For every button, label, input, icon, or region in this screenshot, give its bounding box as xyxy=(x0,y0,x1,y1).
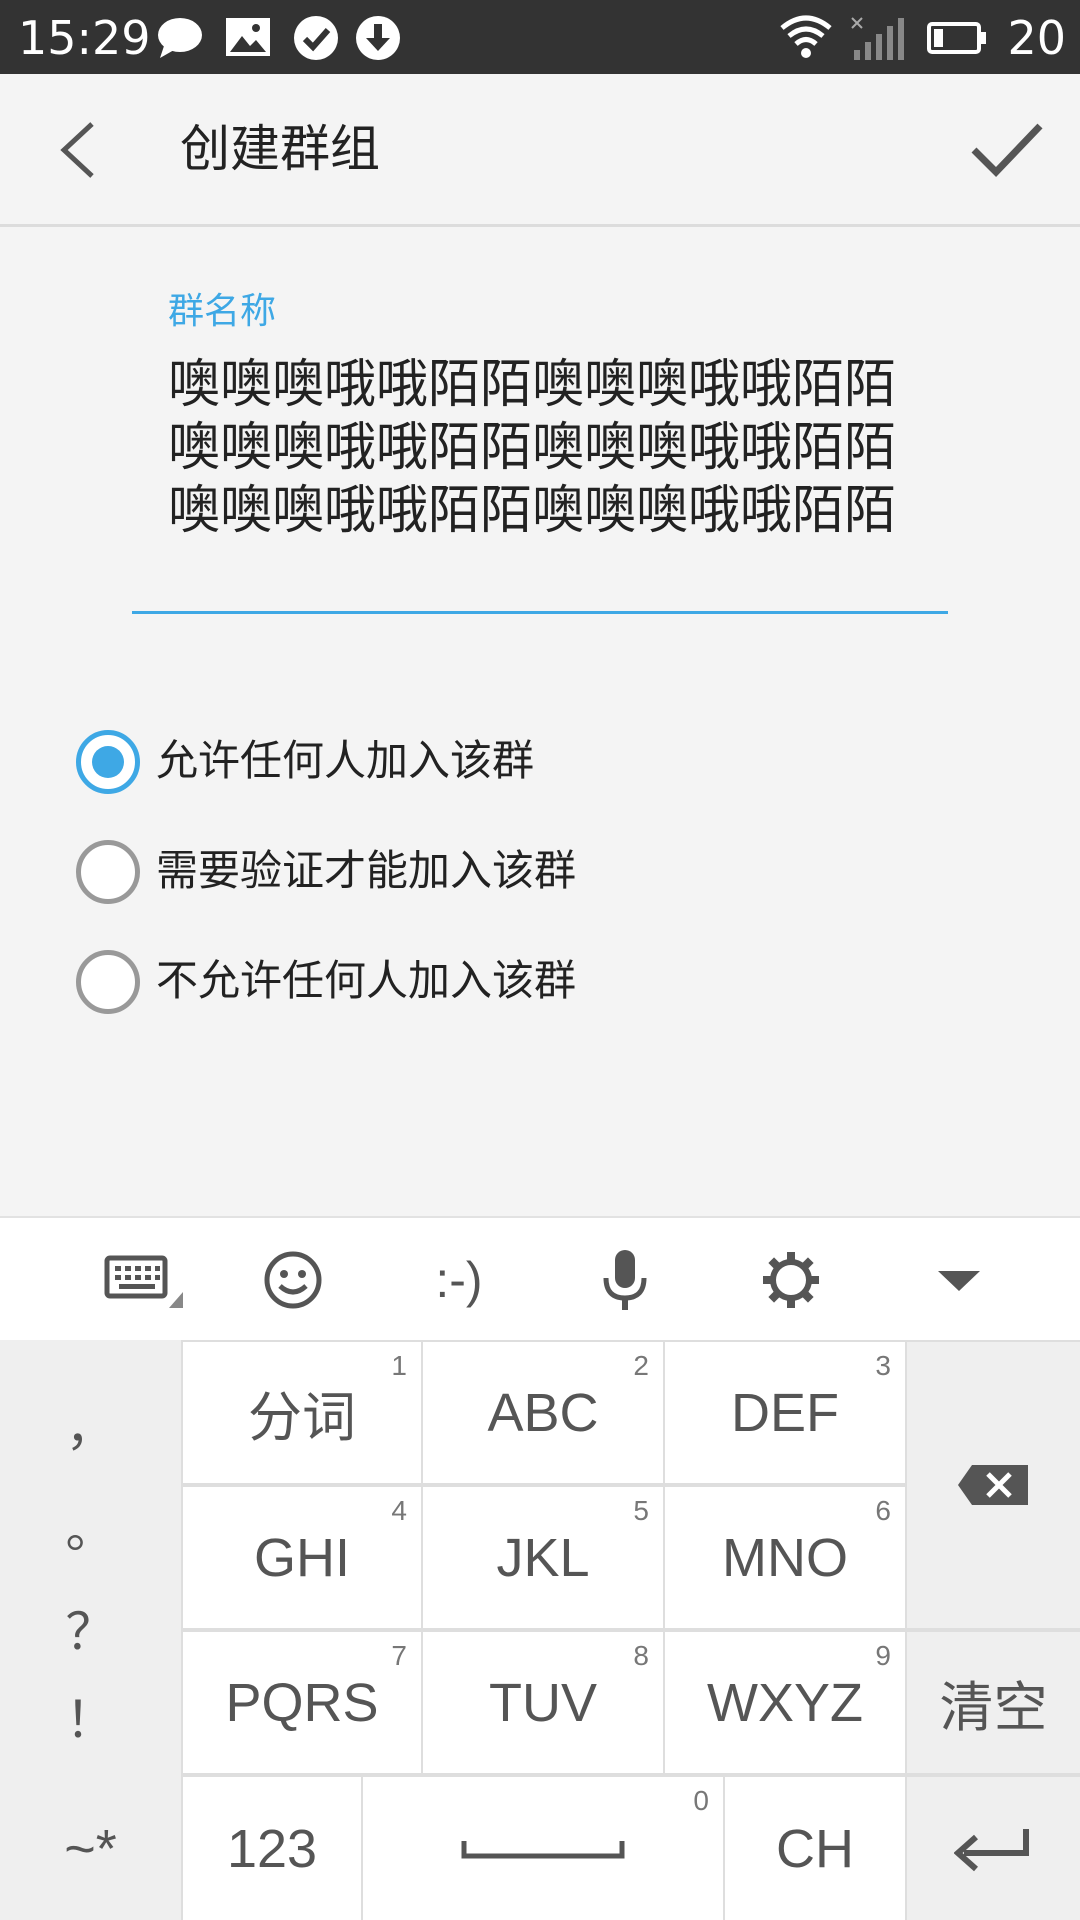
space-key[interactable]: 0 xyxy=(363,1777,723,1920)
key-2-abc[interactable]: ABC 2 xyxy=(423,1342,663,1483)
key-number: 8 xyxy=(633,1640,649,1671)
radio-button[interactable] xyxy=(76,950,140,1014)
enter-key[interactable] xyxy=(907,1777,1080,1920)
key-number: 7 xyxy=(391,1640,407,1671)
key-6-mno[interactable]: MNO 6 xyxy=(665,1487,905,1628)
punct-question-key[interactable]: ？ xyxy=(0,1592,181,1664)
key-number: 1 xyxy=(391,1350,407,1381)
key-label: JKL xyxy=(496,1527,590,1588)
radio-button-selected[interactable] xyxy=(76,730,140,794)
option-label: 不允许任何人加入该群 xyxy=(156,956,577,1005)
group-name-input[interactable]: 噢噢噢哦哦陌陌噢噢噢哦哦陌陌噢噢噢哦哦陌陌噢噢噢哦哦陌陌噢噢噢哦哦陌陌噢噢噢哦哦… xyxy=(168,354,928,543)
key-label: DEF xyxy=(731,1382,839,1443)
key-number: 5 xyxy=(633,1495,649,1526)
settings-gear-icon[interactable] xyxy=(736,1242,846,1318)
space-bar-icon xyxy=(461,1840,625,1858)
status-bar: 15:29 20 xyxy=(0,0,1080,74)
image-icon xyxy=(226,18,270,56)
key-7-pqrs[interactable]: PQRS 7 xyxy=(183,1632,421,1773)
key-label: 分词 xyxy=(248,1388,356,1448)
download-icon xyxy=(356,16,400,60)
key-label: PQRS xyxy=(225,1672,379,1733)
option-label: 需要验证才能加入该群 xyxy=(156,846,577,895)
emoji-icon[interactable] xyxy=(238,1242,348,1318)
chat-bubble-icon xyxy=(158,18,202,58)
punctuation-column[interactable]: ， 。 ？ ！ xyxy=(0,1340,181,1777)
language-key[interactable]: CH xyxy=(725,1777,905,1920)
key-9-wxyz[interactable]: WXYZ 9 xyxy=(665,1632,905,1773)
punct-exclaim-key[interactable]: ！ xyxy=(0,1680,181,1752)
status-time: 15:29 xyxy=(18,11,151,65)
key-5-jkl[interactable]: JKL 5 xyxy=(423,1487,663,1628)
key-number: 0 xyxy=(693,1785,709,1816)
numbers-key[interactable]: 123 xyxy=(183,1777,361,1920)
chevron-left-icon[interactable] xyxy=(48,114,108,186)
key-number: 2 xyxy=(633,1350,649,1381)
punct-period-key[interactable]: 。 xyxy=(0,1490,181,1562)
key-label: GHI xyxy=(253,1527,350,1588)
app-bar: 创建群组 xyxy=(0,74,1080,227)
backspace-icon xyxy=(957,1465,1028,1505)
key-1-segment[interactable]: 分词 1 xyxy=(183,1342,421,1483)
group-name-label: 群名称 xyxy=(168,291,277,332)
key-8-tuv[interactable]: TUV 8 xyxy=(423,1632,663,1773)
signal-icon xyxy=(851,17,904,60)
key-label: ABC xyxy=(487,1382,599,1443)
key-number: 3 xyxy=(875,1350,891,1381)
input-underline xyxy=(132,611,948,614)
key-label: TUV xyxy=(489,1672,597,1733)
punct-comma-key[interactable]: ， xyxy=(0,1388,181,1460)
symbols-key[interactable]: ~* xyxy=(0,1777,181,1920)
keyboard-switch-icon[interactable] xyxy=(80,1242,190,1318)
check-circle-icon xyxy=(294,16,338,60)
check-icon[interactable] xyxy=(968,116,1046,182)
collapse-down-icon[interactable] xyxy=(904,1242,1014,1318)
radio-button[interactable] xyxy=(76,840,140,904)
keyboard-toolbar: :-) xyxy=(0,1216,1080,1344)
key-4-ghi[interactable]: GHI 4 xyxy=(183,1487,421,1628)
key-number: 4 xyxy=(391,1495,407,1526)
battery-icon xyxy=(927,22,986,54)
emoticon-icon[interactable]: :-) xyxy=(404,1242,514,1318)
key-number: 6 xyxy=(875,1495,891,1526)
key-label: MNO xyxy=(722,1527,848,1588)
wifi-icon xyxy=(780,15,832,58)
page-title: 创建群组 xyxy=(180,120,380,178)
battery-level: 20 xyxy=(1007,11,1066,65)
clear-key[interactable]: 清空 xyxy=(907,1632,1080,1773)
key-number: 9 xyxy=(875,1640,891,1671)
microphone-icon[interactable] xyxy=(570,1242,680,1318)
key-3-def[interactable]: DEF 3 xyxy=(665,1342,905,1483)
option-label: 允许任何人加入该群 xyxy=(156,736,535,785)
key-label: WXYZ xyxy=(707,1672,863,1733)
enter-icon xyxy=(953,1828,1029,1871)
t9-keyboard: ， 。 ？ ！ 分词 1 ABC 2 DEF 3 GHI 4 JKL 5 MNO… xyxy=(0,1340,1080,1920)
backspace-key[interactable] xyxy=(907,1342,1080,1628)
